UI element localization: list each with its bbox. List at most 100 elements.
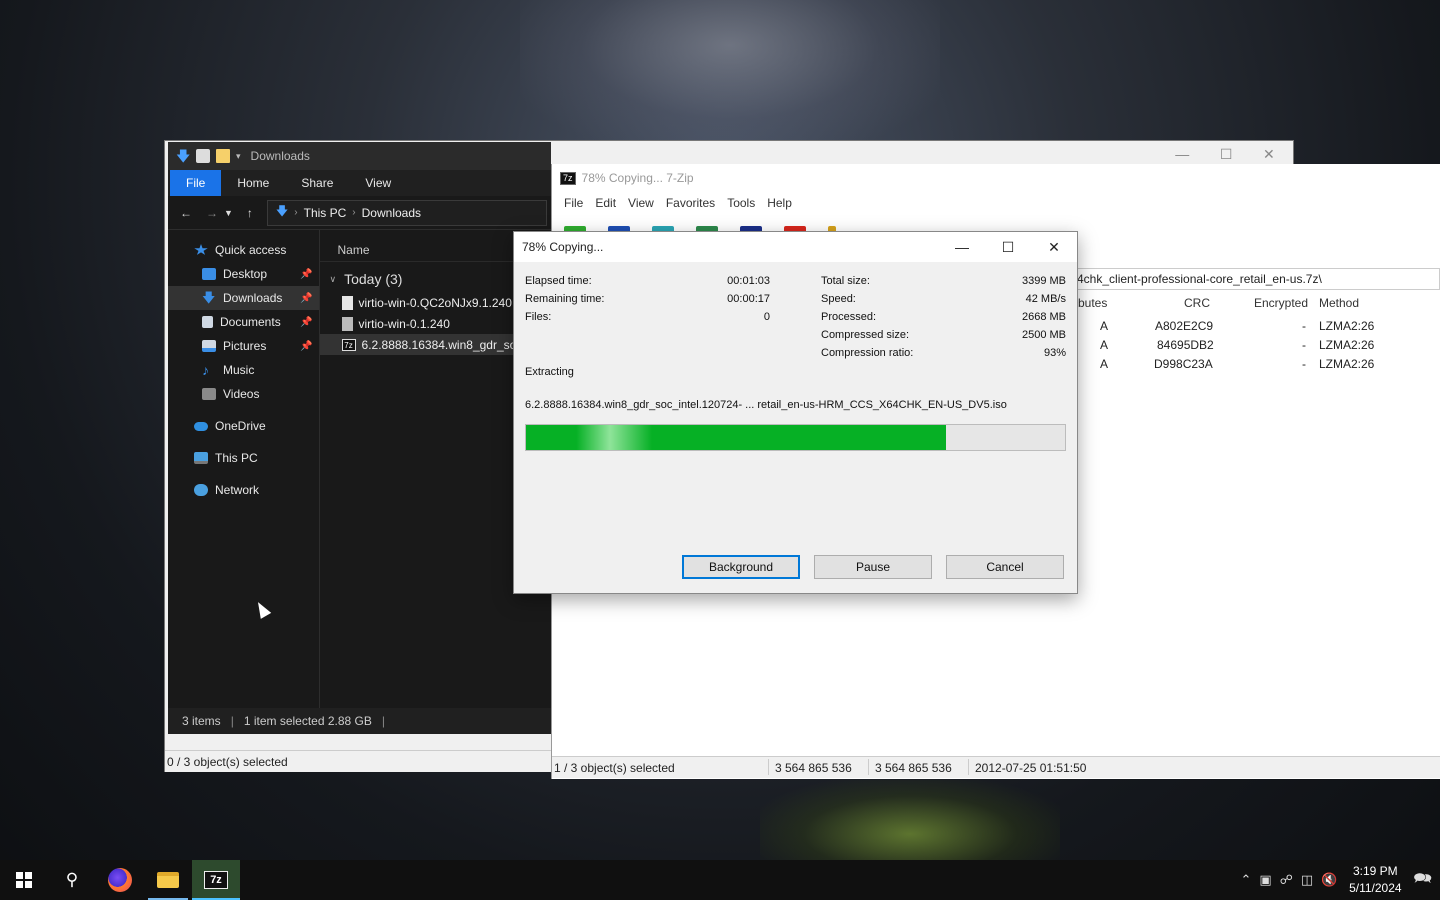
download-arrow-icon[interactable]: 🡇 — [176, 149, 190, 163]
nav-label: Desktop — [223, 267, 268, 281]
download-icon: 🡇 — [202, 290, 216, 305]
copy-progress-dialog: 78% Copying... — ☐ ✕ Elapsed time: 00:01… — [513, 231, 1078, 594]
tab-view[interactable]: View — [349, 170, 407, 196]
cell-crc: D998C23A — [1154, 357, 1213, 371]
7zip-menubar: File Edit View Favorites Tools Help — [552, 192, 1440, 214]
processed-value: 2668 MB — [1021, 311, 1066, 323]
disc-image-icon — [341, 316, 353, 331]
nav-item-music[interactable]: ♪ Music — [168, 358, 319, 382]
nav-label: Quick access — [215, 243, 287, 257]
cell-attr: A — [1100, 357, 1109, 371]
column-method[interactable]: Method — [1319, 296, 1359, 310]
nav-item-pictures[interactable]: Pictures 📌 — [168, 334, 319, 358]
clock-date: 5/11/2024 — [1349, 881, 1402, 895]
nav-item-desktop[interactable]: Desktop 📌 — [168, 262, 319, 286]
maximize-icon[interactable]: ☐ — [1220, 146, 1233, 163]
file-name: virtio-win-0.1.240 — [358, 316, 450, 331]
menu-tools[interactable]: Tools — [721, 196, 761, 210]
cell-method: LZMA2:26 — [1319, 357, 1375, 371]
nav-item-this-pc[interactable]: This PC — [168, 446, 319, 470]
taskbar-file-explorer[interactable] — [144, 860, 192, 900]
breadcrumb-separator-icon[interactable]: › — [294, 207, 297, 218]
chevron-down-icon[interactable]: ∨ — [330, 274, 337, 285]
breadcrumb-this-pc[interactable]: This PC — [304, 206, 347, 220]
compressed-size-value: 2500 MB — [1021, 329, 1066, 341]
nav-label: Music — [223, 363, 255, 377]
status-size: 3 564 865 536 — [775, 761, 852, 775]
column-encrypted[interactable]: Encrypted — [1254, 296, 1308, 310]
nav-label: Network — [215, 483, 260, 497]
start-button[interactable] — [0, 860, 48, 900]
column-attributes[interactable]: butes — [1078, 296, 1107, 310]
elapsed-value: 00:01:03 — [727, 275, 770, 287]
tab-home[interactable]: Home — [221, 170, 285, 196]
column-crc[interactable]: CRC — [1184, 296, 1210, 310]
status-selection: 1 item selected 2.88 GB — [243, 714, 372, 728]
system-tray: ⌃ ▣ ☍ ◫ 🔇 3:19 PM 5/11/2024 🗪 — [1240, 860, 1440, 900]
status-divider — [768, 759, 769, 775]
close-icon[interactable]: ✕ — [1263, 146, 1275, 163]
wallpaper-nebula — [520, 0, 940, 150]
clock-time: 3:19 PM — [1352, 864, 1398, 878]
minimize-icon[interactable]: — — [939, 232, 985, 262]
nav-item-downloads[interactable]: 🡇 Downloads 📌 — [168, 286, 319, 310]
nav-item-quick-access[interactable]: Quick access — [168, 238, 319, 262]
nav-item-documents[interactable]: Documents 📌 — [168, 310, 319, 334]
7zip-titlebar: 7z 78% Copying... 7-Zip — [552, 164, 1440, 192]
cloud-icon — [194, 421, 208, 431]
dialog-caption-buttons: — ☐ ✕ — [939, 232, 1077, 262]
clock[interactable]: 3:19 PM 5/11/2024 — [1345, 863, 1405, 897]
video-icon — [202, 388, 216, 400]
file-icon — [341, 295, 353, 310]
taskbar-7zip[interactable]: 7z — [192, 860, 240, 900]
volume-icon[interactable]: 🔇 — [1321, 872, 1337, 888]
nav-item-network[interactable]: Network — [168, 478, 319, 502]
search-button[interactable]: ⚲ — [48, 860, 96, 900]
elapsed-label: Elapsed time: — [525, 275, 592, 287]
taskbar-firefox[interactable] — [96, 860, 144, 900]
notifications-icon[interactable]: 🗪 — [1413, 868, 1432, 893]
compression-ratio-value: 93% — [1043, 347, 1066, 359]
menu-file[interactable]: File — [558, 196, 589, 210]
menu-view[interactable]: View — [622, 196, 660, 210]
desktop-icon — [202, 268, 216, 280]
chevron-up-icon[interactable]: ⌃ — [1240, 872, 1251, 888]
address-bar[interactable]: 🡇 › This PC › Downloads — [266, 199, 547, 226]
breadcrumb-separator-icon[interactable]: › — [352, 207, 355, 218]
nav-label: Documents — [220, 315, 281, 329]
background-button[interactable]: Background — [682, 555, 800, 579]
up-arrow-icon[interactable]: ↑ — [247, 206, 253, 220]
status-divider — [868, 759, 869, 775]
status-item-count: 3 items — [182, 714, 221, 728]
close-icon[interactable]: ✕ — [1031, 232, 1077, 262]
nav-label: OneDrive — [215, 419, 266, 433]
menu-help[interactable]: Help — [761, 196, 798, 210]
meet-now-icon[interactable]: ▣ — [1259, 872, 1271, 888]
tab-share[interactable]: Share — [285, 170, 349, 196]
dialog-title: 78% Copying... — [522, 240, 604, 254]
back-arrow-icon[interactable]: ← — [180, 206, 192, 220]
properties-icon[interactable] — [196, 149, 210, 163]
total-size-label: Total size: — [821, 275, 870, 287]
recent-locations-chevron-icon[interactable]: ▼ — [224, 208, 233, 218]
new-folder-icon[interactable] — [216, 149, 230, 163]
breadcrumb-downloads[interactable]: Downloads — [362, 206, 421, 220]
security-icon[interactable]: ☍ — [1280, 872, 1293, 888]
7z-archive-icon: 7z — [341, 338, 356, 351]
tab-file[interactable]: File — [170, 170, 222, 196]
menu-edit[interactable]: Edit — [589, 196, 622, 210]
nav-item-videos[interactable]: Videos — [168, 382, 319, 406]
speed-value: 42 MB/s — [1025, 293, 1066, 305]
explorer-titlebar: 🡇 ▾ Downloads — [168, 142, 551, 170]
nav-item-onedrive[interactable]: OneDrive — [168, 414, 319, 438]
customize-toolbar-icon[interactable]: ▾ — [236, 151, 241, 162]
operation-label: Extracting — [525, 366, 574, 378]
maximize-icon[interactable]: ☐ — [985, 232, 1031, 262]
menu-favorites[interactable]: Favorites — [660, 196, 721, 210]
dialog-titlebar: 78% Copying... — ☐ ✕ — [514, 232, 1077, 262]
cancel-button[interactable]: Cancel — [946, 555, 1064, 579]
network-icon[interactable]: ◫ — [1301, 872, 1313, 888]
minimize-icon[interactable]: — — [1175, 146, 1189, 162]
forward-arrow-icon[interactable]: → — [206, 206, 218, 220]
pause-button[interactable]: Pause — [814, 555, 932, 579]
